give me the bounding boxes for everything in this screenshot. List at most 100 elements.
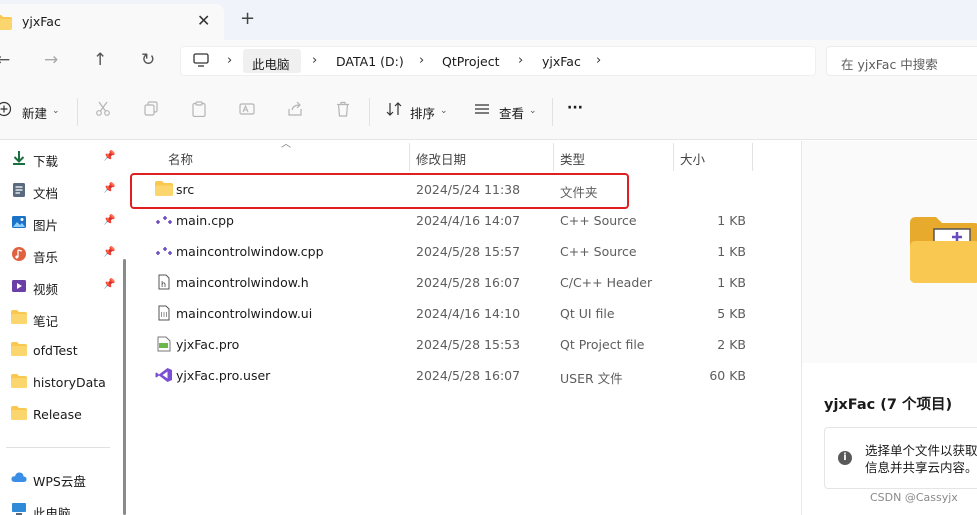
file-row[interactable]: maincontrolwindow.ui 2024/4/16 14:10 Qt …: [135, 298, 755, 329]
sidebar-item-folder[interactable]: 笔记: [0, 303, 122, 333]
file-size: 2 KB: [717, 337, 746, 352]
sidebar-item-pictures[interactable]: 图片 📌: [0, 207, 122, 237]
sidebar-item-this-pc[interactable]: 此电脑: [0, 495, 122, 515]
file-name: yjxFac.pro: [176, 337, 240, 352]
file-row[interactable]: yjxFac.pro 2024/5/28 15:53 Qt Project fi…: [135, 329, 755, 360]
column-header-name[interactable]: 名称: [168, 149, 193, 168]
cut-icon[interactable]: [95, 101, 111, 120]
file-list: ︿ 名称 修改日期 类型 大小 src 2024/5/24 11:38 文件夹 …: [130, 139, 800, 515]
up-icon[interactable]: ↑: [93, 50, 107, 70]
details-pane: yjxFac (7 个项目) i 选择单个文件以获取信息并共享云内容。: [801, 141, 977, 515]
watermark: CSDN @Cassyjx: [870, 491, 958, 504]
search-input[interactable]: 在 yjxFac 中搜索: [826, 46, 977, 76]
view-icon[interactable]: [474, 101, 490, 120]
tab-yjxfac[interactable]: yjxFac ✕: [0, 4, 224, 40]
divider: [552, 98, 553, 126]
column-divider[interactable]: [752, 143, 753, 171]
file-date: 2024/4/16 14:07: [416, 213, 521, 228]
pin-icon: 📌: [103, 279, 116, 290]
breadcrumb-item-yjxfac[interactable]: yjxFac: [542, 54, 581, 69]
visual-studio-icon: [155, 367, 173, 383]
view-button[interactable]: 查看: [499, 103, 524, 122]
file-type: C++ Source: [560, 244, 637, 259]
preview-area: [802, 141, 977, 363]
delete-icon[interactable]: [335, 101, 351, 120]
chevron-down-icon[interactable]: ⌄: [440, 106, 448, 116]
more-options-icon[interactable]: ···: [567, 100, 583, 116]
breadcrumb-separator[interactable]: ›: [518, 53, 523, 68]
tab-title: yjxFac: [22, 14, 61, 29]
download-icon: [11, 150, 27, 166]
divider: [6, 447, 110, 448]
file-size: 5 KB: [717, 306, 746, 321]
file-row[interactable]: maincontrolwindow.cpp 2024/5/28 15:57 C+…: [135, 236, 755, 267]
new-button[interactable]: 新建: [22, 103, 47, 122]
ui-file-icon: [155, 305, 173, 321]
sidebar-scrollbar[interactable]: [123, 259, 126, 515]
red-highlight-box: [130, 173, 629, 209]
documents-icon: [11, 182, 27, 198]
navigation-pane: 下载 📌 文档 📌 图片 📌 音乐 📌 视频 📌 笔记 ofdTest hist…: [0, 141, 126, 515]
new-tab-button[interactable]: +: [240, 10, 255, 28]
sort-button[interactable]: 排序: [410, 103, 435, 122]
forward-icon[interactable]: →: [44, 50, 58, 70]
close-tab-icon[interactable]: ✕: [197, 11, 210, 30]
pin-icon: 📌: [103, 151, 116, 162]
breadcrumb-item-this-pc[interactable]: 此电脑: [252, 54, 290, 73]
sidebar-item-label: 此电脑: [33, 506, 71, 515]
copy-icon[interactable]: [143, 101, 159, 120]
column-header-date[interactable]: 修改日期: [416, 149, 466, 168]
refresh-icon[interactable]: ↻: [141, 50, 155, 70]
column-header-size[interactable]: 大小: [680, 149, 705, 168]
sidebar-item-label: Release: [33, 407, 82, 422]
column-header-type[interactable]: 类型: [560, 149, 585, 168]
sidebar-item-documents[interactable]: 文档 📌: [0, 175, 122, 205]
cpp-source-icon: [155, 243, 173, 259]
rename-icon[interactable]: [239, 101, 255, 120]
file-date: 2024/5/28 15:57: [416, 244, 521, 259]
paste-icon[interactable]: [191, 101, 207, 120]
sidebar-item-folder[interactable]: historyData: [0, 367, 122, 397]
sidebar-item-videos[interactable]: 视频 📌: [0, 271, 122, 301]
breadcrumb-separator[interactable]: ›: [596, 53, 601, 68]
info-icon: i: [838, 451, 852, 465]
sidebar-item-music[interactable]: 音乐 📌: [0, 239, 122, 269]
file-row[interactable]: main.cpp 2024/4/16 14:07 C++ Source 1 KB: [135, 205, 755, 236]
back-icon[interactable]: ←: [0, 50, 10, 70]
sidebar-item-folder[interactable]: Release: [0, 399, 122, 429]
folder-icon: [11, 406, 27, 422]
breadcrumb-separator[interactable]: ›: [419, 53, 424, 68]
sidebar-item-label: 音乐: [33, 250, 59, 265]
column-divider[interactable]: [673, 143, 674, 171]
address-bar[interactable]: › 此电脑 › DATA1 (D:) › QtProject › yjxFac …: [180, 46, 816, 76]
file-name: maincontrolwindow.ui: [176, 306, 313, 321]
share-icon[interactable]: [287, 101, 303, 120]
sort-icon[interactable]: [386, 101, 402, 120]
videos-icon: [11, 278, 27, 294]
sidebar-item-label: 图片: [33, 218, 59, 233]
breadcrumb-separator: ›: [227, 53, 233, 68]
sidebar-item-downloads[interactable]: 下载 📌: [0, 143, 122, 173]
sidebar-item-folder[interactable]: ofdTest: [0, 335, 122, 365]
file-size: 1 KB: [717, 275, 746, 290]
sidebar-item-label: 视频: [33, 282, 59, 297]
breadcrumb-item-qtproject[interactable]: QtProject: [442, 54, 500, 69]
file-row[interactable]: yjxFac.pro.user 2024/5/28 16:07 USER 文件 …: [135, 360, 755, 391]
file-date: 2024/5/28 16:07: [416, 275, 521, 290]
plus-circle-icon[interactable]: [0, 101, 12, 120]
file-type: Qt Project file: [560, 337, 645, 352]
sidebar-item-label: 笔记: [33, 314, 59, 329]
cpp-source-icon: [155, 212, 173, 228]
breadcrumb-item-data1[interactable]: DATA1 (D:): [336, 54, 404, 69]
column-divider[interactable]: [409, 143, 410, 171]
file-name: maincontrolwindow.h: [176, 275, 309, 290]
computer-icon: [193, 53, 209, 71]
folder-preview-icon: [910, 215, 977, 288]
column-divider[interactable]: [553, 143, 554, 171]
chevron-down-icon[interactable]: ⌄: [529, 106, 537, 116]
sidebar-item-wps-cloud[interactable]: WPS云盘: [0, 463, 122, 493]
chevron-down-icon[interactable]: ⌄: [52, 106, 60, 116]
file-row[interactable]: h maincontrolwindow.h 2024/5/28 16:07 C/…: [135, 267, 755, 298]
cloud-icon: [11, 470, 27, 486]
breadcrumb-separator[interactable]: ›: [312, 53, 317, 68]
